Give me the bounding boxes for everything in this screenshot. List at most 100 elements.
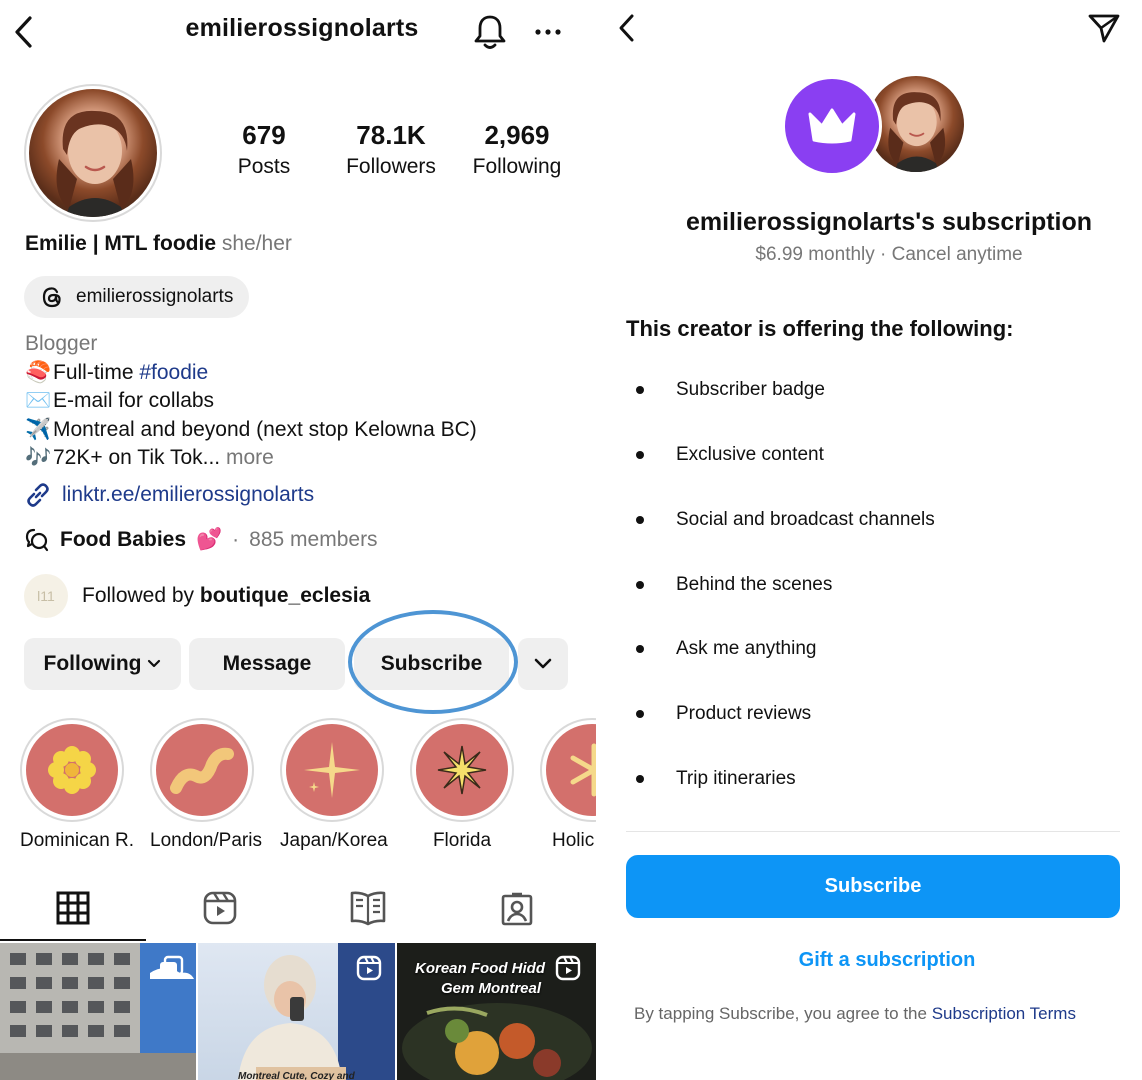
- back-button[interactable]: [610, 10, 644, 46]
- reel-icon: [356, 955, 382, 981]
- subscriber-crown-badge: [782, 76, 882, 176]
- offer-text: Exclusive content: [676, 444, 824, 465]
- followed-by-prefix: Followed by: [82, 584, 195, 607]
- story-highlight[interactable]: Dominican R.: [20, 718, 135, 852]
- offer-list-item: Ask me anything: [636, 638, 816, 660]
- sushi-emoji-icon: 🍣: [25, 360, 52, 384]
- bullet-icon: [636, 451, 644, 459]
- thumbnail-overlay-text: Korean Food Hidd Gem Montreal: [415, 959, 545, 999]
- bio-category: Blogger: [25, 332, 98, 355]
- followed-by-username: boutique_eclesia: [199, 584, 371, 607]
- bio-line: ✉️E-mail for collabs: [25, 387, 477, 416]
- bio-line: ✈️Montreal and beyond (next stop Kelowna…: [25, 416, 477, 445]
- tagged-person-icon: [501, 892, 533, 926]
- offer-text: Trip itineraries: [676, 768, 796, 789]
- notifications-bell-button[interactable]: [469, 10, 511, 54]
- posts-stat[interactable]: 679 Posts: [222, 120, 306, 179]
- broadcast-channel-link[interactable]: Food Babies 💕 · 885 members: [24, 527, 378, 553]
- profile-avatar[interactable]: [24, 84, 162, 222]
- two-hearts-emoji-icon: 💕: [196, 528, 223, 551]
- paper-plane-icon: [1088, 14, 1120, 43]
- followers-label: Followers: [346, 155, 436, 178]
- divider: [626, 831, 1120, 832]
- panel-gutter: [596, 0, 606, 1080]
- story-highlight[interactable]: London/Paris: [150, 718, 262, 852]
- message-button[interactable]: Message: [189, 638, 345, 690]
- offer-list-item: Behind the scenes: [636, 574, 832, 596]
- bullet-icon: [636, 775, 644, 783]
- highlight-cover: [156, 724, 248, 816]
- snowflake-icon: [570, 743, 596, 797]
- terms-prefix: By tapping Subscribe, you agree to the: [634, 1004, 927, 1023]
- offer-list-item: Subscriber badge: [636, 379, 825, 401]
- message-button-label: Message: [222, 652, 312, 675]
- highlight-ring: [540, 718, 596, 822]
- following-button[interactable]: Following: [24, 638, 181, 690]
- star-burst-icon: [437, 745, 487, 795]
- highlight-title: Japan/Korea: [280, 830, 388, 851]
- offer-text: Social and broadcast channels: [676, 509, 935, 530]
- following-stat[interactable]: 2,969 Following: [462, 120, 572, 179]
- offer-text: Product reviews: [676, 703, 812, 724]
- followers-stat[interactable]: 78.1K Followers: [336, 120, 446, 179]
- link-text: linktr.ee/emilierossignolarts: [62, 483, 315, 506]
- offer-list-item: Exclusive content: [636, 444, 824, 466]
- offer-text: Subscriber badge: [676, 379, 825, 400]
- suggested-accounts-button[interactable]: [518, 638, 568, 690]
- grid-icon: [56, 891, 90, 925]
- mutual-follower-avatar: l11: [24, 574, 68, 618]
- active-tab-indicator: [0, 939, 146, 941]
- envelope-emoji-icon: ✉️: [25, 389, 52, 413]
- bullet-icon: [636, 645, 644, 653]
- post-thumbnail[interactable]: Montreal Cute, Cozy and: [198, 943, 395, 1080]
- subscription-price: $6.99 monthly · Cancel anytime: [755, 244, 1023, 265]
- chevron-down-icon: [534, 658, 552, 669]
- subscribe-button[interactable]: Subscribe: [626, 855, 1120, 918]
- bio-more-link[interactable]: more: [226, 446, 274, 469]
- share-button[interactable]: [1084, 10, 1124, 46]
- story-highlight[interactable]: Florida: [410, 718, 514, 852]
- gift-subscription-link[interactable]: Gift a subscription: [606, 949, 1142, 972]
- story-highlight[interactable]: Japan/Korea: [280, 718, 388, 852]
- highlight-ring: [150, 718, 254, 822]
- guides-tab[interactable]: [348, 888, 388, 928]
- offer-text: Ask me anything: [676, 638, 817, 659]
- foodie-hashtag-link[interactable]: #foodie: [139, 361, 208, 384]
- posts-grid-tab[interactable]: [53, 888, 93, 928]
- threads-profile-link[interactable]: emilierossignolarts: [24, 276, 250, 318]
- chevron-down-icon: [148, 659, 161, 668]
- following-button-label: Following: [43, 652, 142, 675]
- channel-name: Food Babies: [60, 528, 187, 551]
- post-thumbnail[interactable]: Korean Food Hidd Gem Montreal: [397, 943, 596, 1080]
- offer-text: Behind the scenes: [676, 574, 833, 595]
- highlight-ring: [410, 718, 514, 822]
- channel-separator: ·: [232, 528, 240, 551]
- overlay-text-line: Gem Montreal: [441, 980, 542, 997]
- bio-line-text: Full-time: [53, 360, 140, 384]
- tagged-tab[interactable]: [497, 888, 537, 928]
- bio-line-text: Montreal and beyond (next stop Kelowna B…: [53, 417, 477, 441]
- pronouns: she/her: [221, 232, 292, 255]
- link-icon: [27, 483, 49, 507]
- highlight-title: Dominican R.: [20, 830, 135, 851]
- annotation-circle: [348, 610, 518, 714]
- highlight-title: London/Paris: [150, 830, 262, 851]
- offer-list-item: Trip itineraries: [636, 768, 796, 790]
- highlight-cover: [546, 724, 596, 816]
- post-thumbnail[interactable]: [0, 943, 196, 1080]
- threads-handle: emilierossignolarts: [76, 286, 234, 307]
- more-options-button[interactable]: [530, 18, 566, 46]
- channel-chat-icon: [25, 528, 49, 552]
- subscription-terms-link[interactable]: Subscription Terms: [932, 1004, 1076, 1023]
- highlight-ring: [280, 718, 384, 822]
- profile-screen: emilierossignolarts 679 Posts 78.1K Foll…: [0, 0, 596, 1080]
- followed-by-row[interactable]: l11 Followed by boutique_eclesia: [24, 574, 370, 618]
- story-highlight[interactable]: Holic: [540, 718, 596, 852]
- ellipsis-icon: [535, 29, 561, 35]
- subscription-sheet: emilierossignolarts's subscription $6.99…: [606, 0, 1142, 1080]
- offer-list-item: Social and broadcast channels: [636, 509, 935, 531]
- reels-tab[interactable]: [200, 888, 240, 928]
- highlight-ring: [20, 718, 124, 822]
- bullet-icon: [636, 516, 644, 524]
- external-link[interactable]: linktr.ee/emilierossignolarts: [24, 481, 314, 509]
